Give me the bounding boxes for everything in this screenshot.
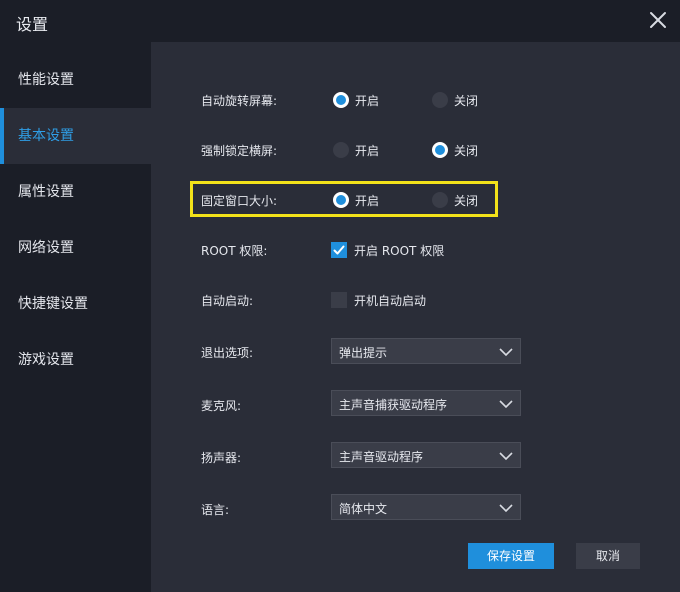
autostart-label: 自动启动: <box>201 294 254 308</box>
fixed-window-off-label: 关闭 <box>454 194 479 208</box>
sidebar-item-basic[interactable]: 基本设置 <box>0 108 151 164</box>
auto-rotate-label: 自动旋转屏幕: <box>201 94 278 108</box>
speaker-select[interactable]: 主声音驱动程序 <box>331 442 521 468</box>
sidebar-item-network[interactable]: 网络设置 <box>0 220 151 276</box>
auto-rotate-on-radio[interactable] <box>333 92 349 108</box>
language-label: 语言: <box>201 503 230 517</box>
sidebar: 性能设置 基本设置 属性设置 网络设置 快捷键设置 游戏设置 <box>0 42 151 592</box>
sidebar-item-shortcuts[interactable]: 快捷键设置 <box>0 276 151 332</box>
root-checkbox[interactable] <box>331 242 347 258</box>
language-select[interactable]: 简体中文 <box>331 494 521 520</box>
fixed-window-on-radio[interactable] <box>333 192 349 208</box>
save-button[interactable]: 保存设置 <box>468 543 554 569</box>
force-landscape-off-label: 关闭 <box>454 144 479 158</box>
language-value: 简体中文 <box>339 502 388 516</box>
auto-rotate-off-label: 关闭 <box>454 94 479 108</box>
speaker-value: 主声音驱动程序 <box>339 450 424 464</box>
auto-rotate-off-radio[interactable] <box>432 92 448 108</box>
chevron-down-icon <box>499 504 513 513</box>
microphone-label: 麦克风: <box>201 399 242 413</box>
chevron-down-icon <box>499 452 513 461</box>
autostart-checkbox[interactable] <box>331 292 347 308</box>
microphone-select[interactable]: 主声音捕获驱动程序 <box>331 390 521 416</box>
chevron-down-icon <box>499 400 513 409</box>
exit-option-label: 退出选项: <box>201 346 254 360</box>
fixed-window-on-label: 开启 <box>355 194 380 208</box>
fixed-window-label: 固定窗口大小: <box>201 194 278 208</box>
settings-panel: 自动旋转屏幕: 开启 关闭 强制锁定横屏: 开启 关闭 固定窗口大小: 开启 关… <box>151 42 680 592</box>
title-bar: 设置 <box>0 0 680 42</box>
force-landscape-on-label: 开启 <box>355 144 380 158</box>
fixed-window-off-radio[interactable] <box>432 192 448 208</box>
root-checkbox-label: 开启 ROOT 权限 <box>354 244 445 258</box>
sidebar-item-properties[interactable]: 属性设置 <box>0 164 151 220</box>
check-icon <box>333 245 345 255</box>
chevron-down-icon <box>499 348 513 357</box>
sidebar-item-games[interactable]: 游戏设置 <box>0 332 151 388</box>
force-landscape-label: 强制锁定横屏: <box>201 144 278 158</box>
speaker-label: 扬声器: <box>201 451 242 465</box>
microphone-value: 主声音捕获驱动程序 <box>339 398 448 412</box>
auto-rotate-on-label: 开启 <box>355 94 380 108</box>
exit-option-select[interactable]: 弹出提示 <box>331 338 521 364</box>
force-landscape-on-radio[interactable] <box>333 142 349 158</box>
cancel-button[interactable]: 取消 <box>576 543 640 569</box>
close-icon[interactable] <box>646 8 670 32</box>
force-landscape-off-radio[interactable] <box>432 142 448 158</box>
exit-option-value: 弹出提示 <box>339 346 388 360</box>
window-title: 设置 <box>16 15 49 34</box>
sidebar-item-performance[interactable]: 性能设置 <box>0 52 151 108</box>
autostart-checkbox-label: 开机自动启动 <box>354 294 427 308</box>
root-label: ROOT 权限: <box>201 244 268 258</box>
